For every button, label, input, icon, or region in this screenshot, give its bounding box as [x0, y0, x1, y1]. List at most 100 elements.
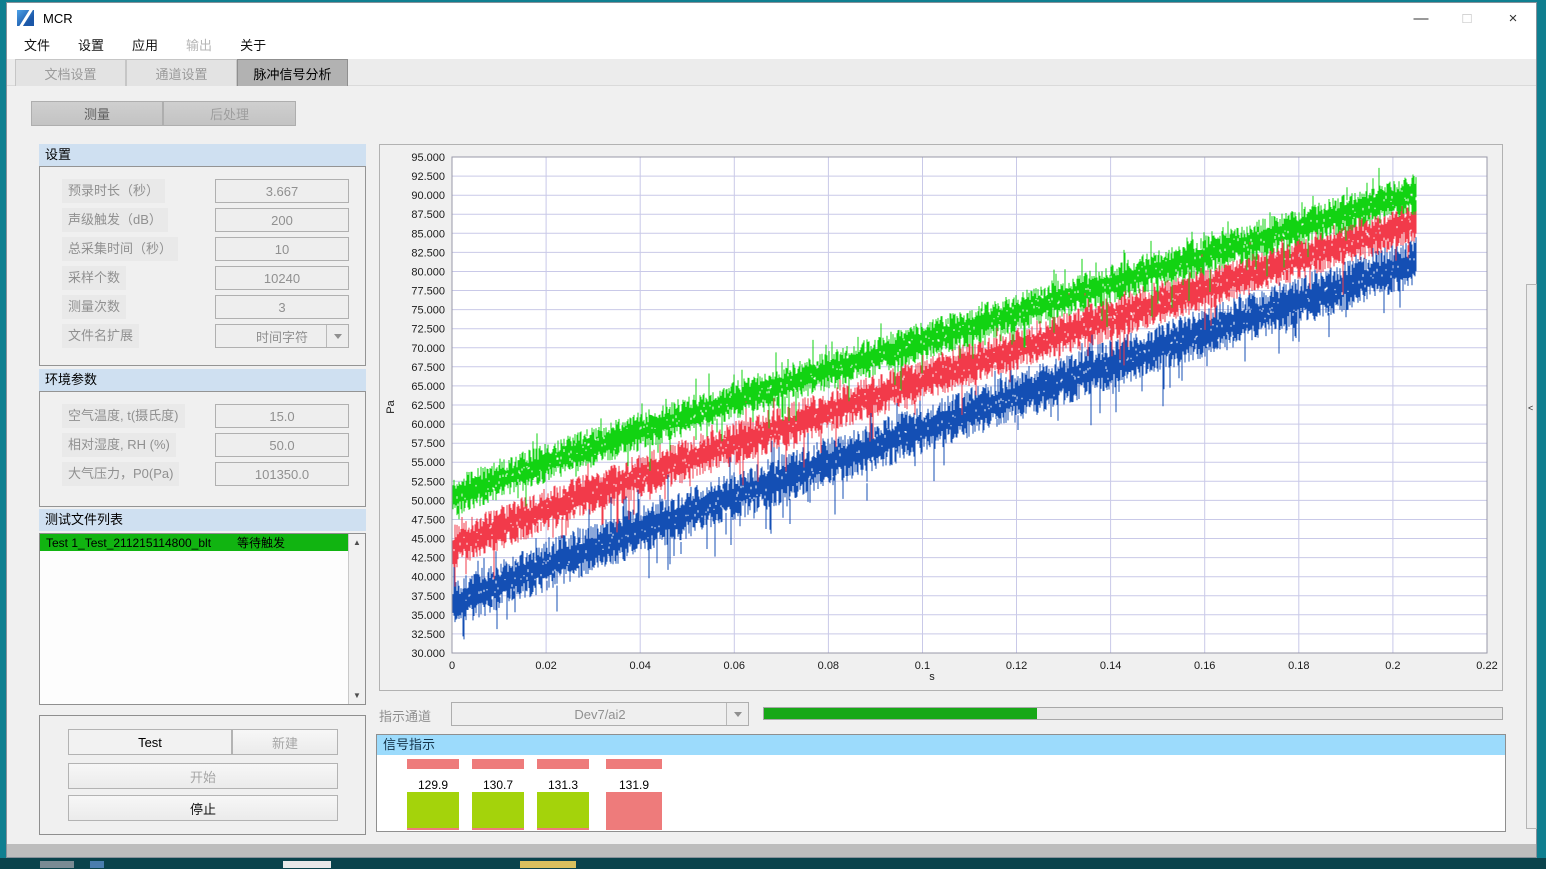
x-tick-label: 0.06: [724, 660, 745, 672]
y-tick-label: 37.500: [411, 591, 445, 603]
close-button[interactable]: ×: [1490, 3, 1536, 33]
menu-item-2[interactable]: 应用: [118, 33, 172, 59]
signal-chart-container: 30.00032.50035.00037.50040.00042.50045.0…: [379, 144, 1503, 691]
settings-group: 预录时长（秒）3.667声级触发（dB）200总采集时间（秒）10采样个数102…: [39, 166, 366, 366]
channel-select[interactable]: Dev7/ai2: [451, 702, 749, 726]
test-name-button[interactable]: Test: [68, 729, 232, 755]
y-tick-label: 55.000: [411, 457, 445, 469]
env-value-2: 101350.0: [255, 467, 309, 482]
y-tick-label: 67.500: [411, 362, 445, 374]
file-name: Test 1_Test_211215114800_blt: [46, 536, 211, 550]
taskbar-icon[interactable]: [40, 861, 74, 868]
x-tick-label: 0.1: [915, 660, 930, 672]
signal-peak-bar: [472, 759, 524, 769]
signal-peak-bar: [407, 759, 459, 769]
y-tick-label: 42.500: [411, 553, 445, 565]
title-bar: MCR — □ ×: [7, 3, 1536, 33]
file-list-rows: Test 1_Test_211215114800_blt等待触发: [40, 534, 365, 551]
y-tick-label: 47.500: [411, 514, 445, 526]
test-file-list: Test 1_Test_211215114800_blt等待触发 ▲ ▼: [39, 533, 366, 705]
x-tick-label: 0.16: [1194, 660, 1215, 672]
signal-peak-bar: [537, 759, 589, 769]
file-list-title: 测试文件列表: [39, 509, 366, 531]
setting-input-1[interactable]: 200: [215, 208, 349, 232]
y-tick-label: 45.000: [411, 534, 445, 546]
signal-indicator-0: 129.9: [407, 735, 459, 833]
tab-2[interactable]: 脉冲信号分析: [237, 59, 348, 86]
y-tick-label: 32.500: [411, 629, 445, 641]
setting-input-3[interactable]: 10240: [215, 266, 349, 290]
setting-row-0: 预录时长（秒）3.667: [40, 179, 365, 203]
side-panel-handle[interactable]: <: [1526, 284, 1537, 829]
chevron-down-icon[interactable]: [326, 325, 348, 347]
signal-indicator-1: 130.7: [472, 735, 524, 833]
y-tick-label: 92.500: [411, 171, 445, 183]
y-tick-label: 65.000: [411, 381, 445, 393]
taskbar-icon[interactable]: [283, 861, 331, 868]
environment-group: 空气温度, t(摄氏度)15.0相对湿度, RH (%)50.0大气压力，P0(…: [39, 391, 366, 507]
start-button[interactable]: 开始: [68, 763, 338, 789]
x-tick-label: 0.18: [1288, 660, 1309, 672]
setting-row-1: 声级触发（dB）200: [40, 208, 365, 232]
list-scrollbar[interactable]: ▲ ▼: [348, 534, 365, 704]
setting-select-5[interactable]: 时间字符: [215, 324, 349, 348]
signal-chart: 30.00032.50035.00037.50040.00042.50045.0…: [380, 145, 1502, 690]
env-row-2: 大气压力，P0(Pa)101350.0: [40, 462, 365, 486]
env-label-1: 相对湿度, RH (%): [62, 433, 176, 457]
setting-row-4: 测量次数3: [40, 295, 365, 319]
signal-value: 130.7: [472, 778, 524, 792]
menu-item-0[interactable]: 文件: [10, 33, 64, 59]
env-input-0[interactable]: 15.0: [215, 404, 349, 428]
env-input-1[interactable]: 50.0: [215, 433, 349, 457]
new-button[interactable]: 新建: [232, 729, 338, 755]
signal-level-box: [537, 792, 589, 830]
y-tick-label: 72.500: [411, 324, 445, 336]
menu-item-4[interactable]: 关于: [226, 33, 280, 59]
setting-input-4[interactable]: 3: [215, 295, 349, 319]
signal-level-box: [606, 792, 662, 830]
y-tick-label: 82.500: [411, 247, 445, 259]
env-row-1: 相对湿度, RH (%) 50.0: [40, 433, 365, 457]
y-tick-label: 30.000: [411, 648, 445, 660]
scroll-down-icon[interactable]: ▼: [353, 687, 361, 704]
y-tick-label: 52.500: [411, 476, 445, 488]
x-tick-label: 0.04: [629, 660, 650, 672]
tab-1[interactable]: 通道设置: [126, 59, 237, 86]
measure-button[interactable]: 测量: [31, 101, 163, 126]
signal-indicator-2: 131.3: [537, 735, 589, 833]
signal-indicator-3: 131.9: [606, 735, 662, 833]
tab-0[interactable]: 文档设置: [15, 59, 126, 86]
file-list-item-0[interactable]: Test 1_Test_211215114800_blt等待触发: [40, 534, 350, 551]
x-tick-label: 0: [449, 660, 455, 672]
indicator-channel-label: 指示通道: [379, 706, 431, 725]
collapse-arrow-icon: <: [1528, 403, 1533, 413]
x-tick-label: 0.08: [818, 660, 839, 672]
setting-value-3: 10240: [264, 271, 300, 286]
x-tick-label: 0.22: [1476, 660, 1497, 672]
x-axis-label: s: [929, 671, 935, 683]
setting-input-2[interactable]: 10: [215, 237, 349, 261]
scroll-up-icon[interactable]: ▲: [353, 534, 361, 551]
desktop: { "window": { "title": "MCR", "minimize"…: [0, 0, 1546, 869]
menu-item-1[interactable]: 设置: [64, 33, 118, 59]
menu-item-3[interactable]: 输出: [172, 33, 226, 59]
setting-value-4: 3: [278, 300, 285, 315]
y-tick-label: 60.000: [411, 419, 445, 431]
maximize-button[interactable]: □: [1444, 3, 1490, 33]
y-tick-label: 80.000: [411, 266, 445, 278]
signal-indicator-panel: 信号指示 129.9130.7131.3131.9: [376, 734, 1506, 832]
post-process-button[interactable]: 后处理: [163, 101, 296, 126]
minimize-button[interactable]: —: [1398, 3, 1444, 33]
env-input-2[interactable]: 101350.0: [215, 462, 349, 486]
taskbar-icon[interactable]: [90, 861, 104, 868]
taskbar-icon[interactable]: [520, 861, 576, 868]
setting-value-5: 时间字符: [256, 327, 308, 346]
tab-bar: 文档设置通道设置脉冲信号分析: [7, 59, 1536, 86]
stop-button[interactable]: 停止: [68, 795, 338, 821]
y-tick-label: 85.000: [411, 228, 445, 240]
app-window: MCR — □ × 文件设置应用输出关于 文档设置通道设置脉冲信号分析 测量 后…: [6, 2, 1537, 858]
app-logo-icon: [17, 10, 34, 26]
chevron-down-icon[interactable]: [726, 703, 748, 725]
y-tick-label: 57.500: [411, 438, 445, 450]
setting-input-0[interactable]: 3.667: [215, 179, 349, 203]
